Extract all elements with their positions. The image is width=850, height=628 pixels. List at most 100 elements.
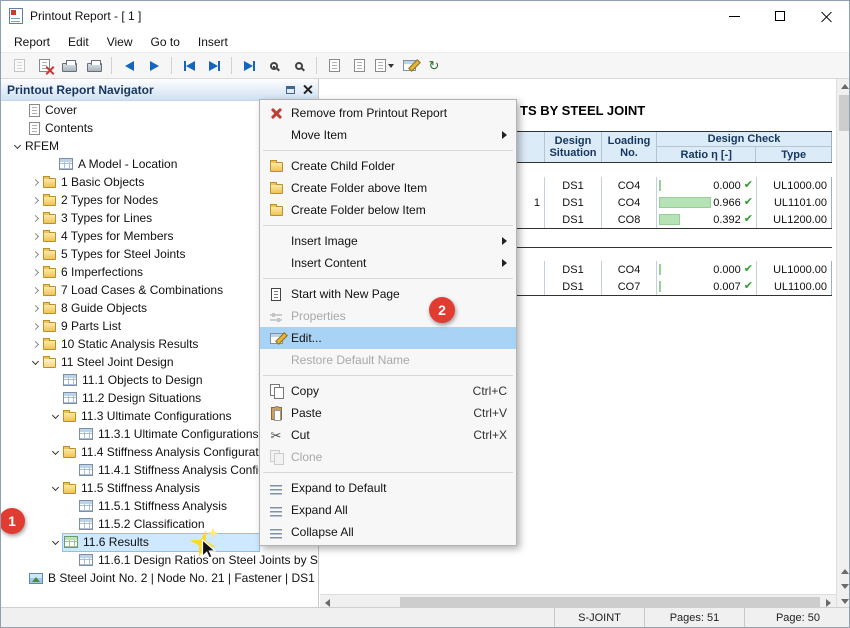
table-row: DS1 CO4 0.000✔ UL1000.00 bbox=[470, 261, 832, 278]
menu-create-folder-below[interactable]: Create Folder below Item bbox=[260, 199, 516, 221]
menu-paste[interactable]: PasteCtrl+V bbox=[260, 402, 516, 424]
refresh-button[interactable]: ↻ bbox=[422, 55, 446, 77]
vertical-scrollbar[interactable] bbox=[836, 79, 850, 609]
menu-insert-image[interactable]: Insert Image bbox=[260, 230, 516, 252]
expand-toggle[interactable] bbox=[27, 180, 43, 185]
chevron-down-icon bbox=[31, 357, 38, 364]
menu-report[interactable]: Report bbox=[5, 33, 59, 51]
menu-collapse-all[interactable]: Collapse All bbox=[260, 521, 516, 543]
expand-toggle[interactable] bbox=[47, 487, 63, 490]
menu-separator bbox=[263, 472, 513, 473]
expand-toggle[interactable] bbox=[27, 252, 43, 257]
tree-item-label: 3 Types for Lines bbox=[61, 211, 152, 225]
first-page-button[interactable] bbox=[177, 55, 201, 77]
expand-toggle[interactable] bbox=[27, 306, 43, 311]
expand-toggle[interactable] bbox=[47, 415, 63, 418]
menu-view[interactable]: View bbox=[98, 33, 142, 51]
menu-edit[interactable]: Edit bbox=[59, 33, 98, 51]
print-batch-button[interactable] bbox=[82, 55, 106, 77]
menu-create-folder-above[interactable]: Create Folder above Item bbox=[260, 177, 516, 199]
menu-properties[interactable]: Properties bbox=[260, 305, 516, 327]
zoom-page-button[interactable] bbox=[322, 55, 346, 77]
properties-icon bbox=[270, 314, 282, 321]
folder-icon bbox=[270, 206, 283, 216]
zoom-in-button[interactable] bbox=[262, 55, 286, 77]
next-page-button[interactable] bbox=[142, 55, 166, 77]
image-icon bbox=[29, 573, 43, 584]
expand-toggle[interactable] bbox=[27, 361, 43, 364]
menu-edit[interactable]: Edit... bbox=[260, 327, 516, 349]
zoom-out-button[interactable] bbox=[287, 55, 311, 77]
table-row: DS1 CO7 0.007✔ UL1100.00 bbox=[470, 278, 832, 295]
vertical-scroll-thumb[interactable] bbox=[839, 95, 849, 131]
expand-toggle[interactable] bbox=[27, 270, 43, 275]
folder-icon bbox=[43, 304, 56, 314]
menu-insert[interactable]: Insert bbox=[189, 33, 237, 51]
chevron-right-icon bbox=[31, 178, 38, 185]
menu-separator bbox=[263, 278, 513, 279]
next-page-scroll-button[interactable] bbox=[837, 579, 850, 594]
print-button[interactable] bbox=[57, 55, 81, 77]
expand-toggle[interactable] bbox=[27, 234, 43, 239]
expand-toggle[interactable] bbox=[27, 342, 43, 347]
menu-start-with-new-page[interactable]: Start with New Page bbox=[260, 283, 516, 305]
close-panel-icon[interactable] bbox=[303, 85, 312, 94]
menu-clone[interactable]: Clone bbox=[260, 446, 516, 468]
menu-create-child-folder[interactable]: Create Child Folder bbox=[260, 155, 516, 177]
zoom-width-button[interactable] bbox=[347, 55, 371, 77]
expand-toggle[interactable] bbox=[9, 145, 25, 148]
go-to-page-button[interactable] bbox=[237, 55, 261, 77]
scroll-up-button[interactable] bbox=[837, 79, 850, 94]
menu-insert-content[interactable]: Insert Content bbox=[260, 252, 516, 274]
menu-item-label: Remove from Printout Report bbox=[291, 106, 447, 120]
zoom-in-icon bbox=[270, 62, 278, 70]
close-button[interactable] bbox=[803, 1, 849, 31]
menu-remove-from-report[interactable]: Remove from Printout Report bbox=[260, 102, 516, 124]
page-view-button[interactable] bbox=[372, 55, 396, 77]
edit-content-button[interactable] bbox=[397, 55, 421, 77]
new-page-button[interactable] bbox=[7, 55, 31, 77]
menu-restore-default-name[interactable]: Restore Default Name bbox=[260, 349, 516, 371]
chevron-right-icon bbox=[31, 214, 38, 221]
menu-item-label: Edit... bbox=[291, 331, 322, 345]
cell-design-situation: DS1 bbox=[545, 278, 602, 295]
expand-toggle[interactable] bbox=[27, 288, 43, 293]
menu-cut[interactable]: ✂CutCtrl+X bbox=[260, 424, 516, 446]
expand-toggle[interactable] bbox=[47, 541, 63, 544]
float-panel-icon[interactable] bbox=[286, 86, 295, 94]
expand-toggle[interactable] bbox=[47, 451, 63, 454]
tree-item-design-ratios[interactable]: 11.6.1 Design Ratios on Steel Joints by … bbox=[1, 551, 318, 569]
menu-expand-all[interactable]: Expand All bbox=[260, 499, 516, 521]
chevron-down-icon bbox=[13, 141, 20, 148]
chevron-right-icon bbox=[31, 304, 38, 311]
folder-icon bbox=[43, 196, 56, 206]
menu-shortcut: Ctrl+V bbox=[473, 406, 507, 420]
minimize-button[interactable] bbox=[711, 1, 757, 31]
horizontal-scroll-thumb[interactable] bbox=[400, 597, 820, 607]
header-ratio: Ratio η [-] bbox=[657, 147, 756, 162]
folder-icon bbox=[43, 178, 56, 188]
chevron-right-icon bbox=[31, 286, 38, 293]
maximize-button[interactable] bbox=[757, 1, 803, 31]
ratio-value: 0.000 bbox=[713, 264, 741, 276]
previous-page-scroll-button[interactable] bbox=[837, 564, 850, 579]
menu-expand-to-default[interactable]: Expand to Default bbox=[260, 477, 516, 499]
last-page-button[interactable] bbox=[202, 55, 226, 77]
expand-toggle[interactable] bbox=[27, 198, 43, 203]
ratio-bar bbox=[659, 180, 661, 191]
zoom-page-icon bbox=[329, 59, 340, 72]
menu-copy[interactable]: CopyCtrl+C bbox=[260, 380, 516, 402]
page-icon bbox=[29, 104, 40, 117]
previous-page-button[interactable] bbox=[117, 55, 141, 77]
remove-from-report-button[interactable] bbox=[32, 55, 56, 77]
menu-move-item[interactable]: Move Item bbox=[260, 124, 516, 146]
expand-toggle[interactable] bbox=[27, 324, 43, 329]
expand-toggle[interactable] bbox=[27, 216, 43, 221]
folder-icon bbox=[63, 448, 76, 458]
menu-goto[interactable]: Go to bbox=[142, 33, 189, 51]
tree-item-steel-joint-image[interactable]: B Steel Joint No. 2 | Node No. 21 | Fast… bbox=[1, 569, 318, 587]
tree-item-label: A Model - Location bbox=[78, 157, 177, 171]
tree-item-label: 11.5.2 Classification bbox=[98, 517, 205, 531]
remove-icon bbox=[271, 108, 282, 119]
check-icon: ✔ bbox=[744, 180, 753, 191]
